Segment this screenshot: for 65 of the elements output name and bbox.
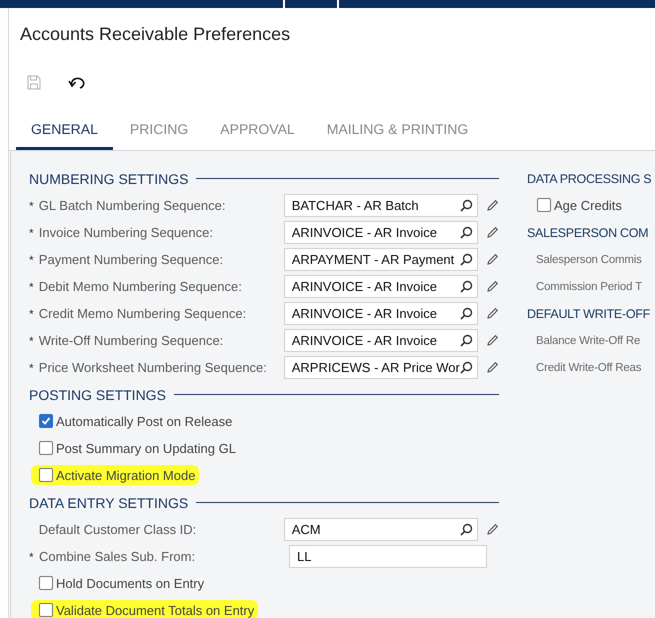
search-icon[interactable]: [460, 253, 473, 266]
pencil-icon[interactable]: [486, 361, 499, 374]
input-field[interactable]: LL: [289, 545, 487, 568]
checkbox[interactable]: [39, 468, 53, 482]
checkbox[interactable]: [39, 603, 53, 617]
field-label: Invoice Numbering Sequence:: [38, 225, 214, 240]
search-icon[interactable]: [460, 199, 473, 212]
lookup-field[interactable]: ARINVOICE - AR Invoice: [284, 275, 478, 298]
pencil-icon[interactable]: [486, 523, 499, 536]
lookup-field[interactable]: ARPRICEWS - AR Price Wor: [284, 356, 478, 379]
pencil-icon[interactable]: [486, 307, 499, 320]
checkbox-label[interactable]: Activate Migration Mode: [56, 468, 196, 482]
field-label: Combine Sales Sub. From:: [39, 549, 196, 564]
checkbox[interactable]: [537, 198, 551, 212]
required-mark: *: [29, 252, 35, 266]
lookup-field[interactable]: ACM: [284, 518, 478, 541]
required-mark: *: [29, 550, 35, 564]
field-label: Payment Numbering Sequence:: [38, 252, 224, 267]
checkbox[interactable]: [39, 576, 53, 590]
section-title: DATA ENTRY SETTINGS: [29, 494, 188, 510]
field-label: Price Worksheet Numbering Sequence:: [38, 360, 268, 375]
field-label: Credit Write-Off Reas: [536, 362, 642, 374]
section-title: DATA PROCESSING S: [527, 172, 652, 186]
field-label: Balance Write-Off Re: [536, 334, 640, 346]
checkbox-label[interactable]: Hold Documents on Entry: [56, 576, 204, 590]
lookup-field[interactable]: ARINVOICE - AR Invoice: [284, 329, 478, 352]
required-mark: *: [29, 306, 35, 320]
search-icon[interactable]: [460, 523, 473, 536]
field-label: GL Batch Numbering Sequence:: [38, 198, 226, 213]
search-icon[interactable]: [460, 334, 473, 347]
lookup-field[interactable]: ARINVOICE - AR Invoice: [284, 302, 478, 325]
pencil-icon[interactable]: [486, 226, 499, 239]
checkbox-label[interactable]: Automatically Post on Release: [56, 414, 232, 428]
lookup-field[interactable]: ARPAYMENT - AR Payment: [284, 248, 478, 271]
required-mark: *: [29, 280, 35, 294]
section-title: POSTING SETTINGS: [29, 386, 166, 402]
required-mark: *: [29, 334, 35, 348]
lookup-field[interactable]: BATCHAR - AR Batch: [284, 194, 478, 217]
required-mark: *: [29, 226, 35, 240]
section-title: DEFAULT WRITE-OFF: [527, 306, 650, 320]
field-label: Debit Memo Numbering Sequence:: [38, 279, 243, 294]
search-icon[interactable]: [460, 361, 473, 374]
field-label: Credit Memo Numbering Sequence:: [38, 306, 248, 321]
pencil-icon[interactable]: [486, 334, 499, 347]
checkbox[interactable]: [39, 414, 53, 428]
field-label: Default Customer Class ID:: [38, 522, 198, 537]
field-label: Write-Off Numbering Sequence:: [38, 333, 224, 348]
field-label: Commission Period T: [536, 280, 642, 292]
search-icon[interactable]: [460, 226, 473, 239]
checkbox-label[interactable]: Validate Document Totals on Entry: [56, 602, 254, 618]
pencil-icon[interactable]: [486, 253, 499, 266]
required-mark: *: [29, 360, 35, 374]
section-title: NUMBERING SETTINGS: [29, 170, 188, 186]
required-mark: *: [29, 198, 35, 212]
page-title: Accounts Receivable Preferences: [19, 23, 292, 46]
checkbox-label[interactable]: Age Credits: [554, 198, 622, 212]
search-icon[interactable]: [460, 280, 473, 293]
search-icon[interactable]: [460, 307, 473, 320]
lookup-field[interactable]: ARINVOICE - AR Invoice: [284, 221, 478, 244]
field-label: Salesperson Commis: [536, 254, 642, 266]
pencil-icon[interactable]: [486, 199, 499, 212]
section-title: SALESPERSON COM: [527, 226, 648, 240]
checkbox[interactable]: [39, 441, 53, 455]
pencil-icon[interactable]: [486, 280, 499, 293]
checkbox-label[interactable]: Post Summary on Updating GL: [56, 440, 236, 456]
